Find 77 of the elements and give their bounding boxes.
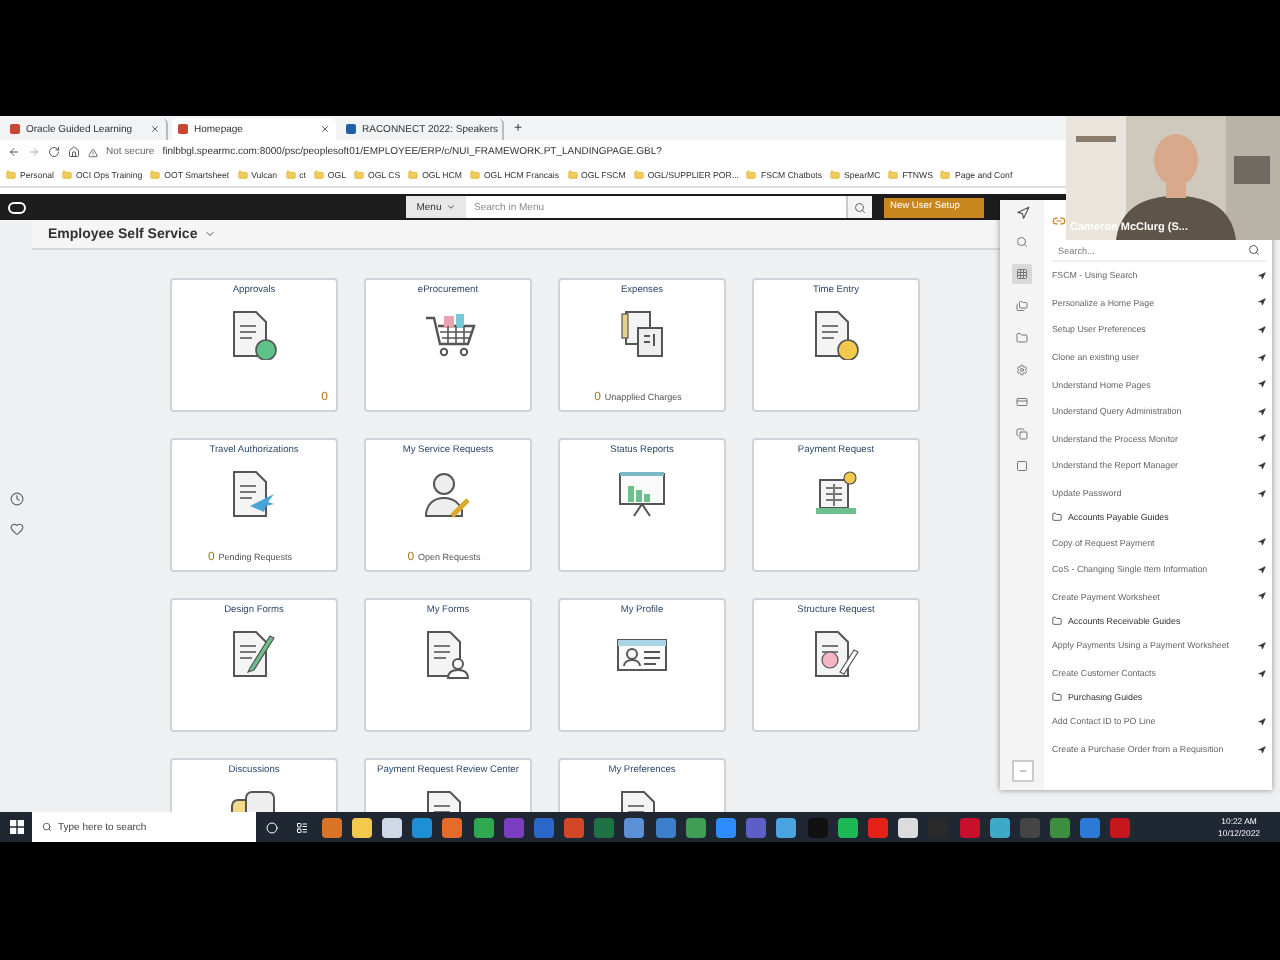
navigation-icon[interactable] <box>1258 325 1266 334</box>
shopping-cart-icon <box>420 308 476 360</box>
navigation-icon[interactable] <box>1258 718 1266 727</box>
navigation-icon[interactable] <box>1258 641 1266 650</box>
folder-icon <box>830 170 841 180</box>
task-view-icon[interactable] <box>296 821 308 833</box>
search-icon <box>1248 244 1260 256</box>
folder-icon <box>61 170 72 180</box>
person-wrench-icon <box>420 468 476 520</box>
app-icon[interactable] <box>351 817 372 837</box>
navigation-icon[interactable] <box>1258 489 1266 498</box>
app-icon[interactable] <box>442 817 463 837</box>
navigation-icon[interactable] <box>1258 407 1266 416</box>
folder-icon <box>150 170 161 180</box>
folder-icon <box>469 170 480 180</box>
folder-icon <box>237 170 248 180</box>
back-icon[interactable] <box>8 146 20 158</box>
navigation-icon[interactable] <box>1258 353 1266 362</box>
settings-icon[interactable] <box>1016 364 1028 376</box>
app-icon[interactable] <box>776 817 797 837</box>
navigation-icon[interactable] <box>1258 271 1266 280</box>
navigation-icon[interactable] <box>1258 298 1266 307</box>
app-icon[interactable] <box>837 817 858 837</box>
minus-icon <box>1017 766 1027 776</box>
bar-chart-board-icon <box>614 468 670 520</box>
folder-icon <box>408 170 419 180</box>
folder-icon <box>313 170 324 180</box>
app-icon[interactable] <box>685 817 706 837</box>
app-icon[interactable] <box>898 817 919 837</box>
navigation-icon[interactable] <box>1258 565 1266 574</box>
navigation-icon[interactable] <box>1258 669 1266 678</box>
app-icon[interactable] <box>381 817 402 837</box>
folder-icon <box>1052 512 1062 523</box>
search-icon[interactable] <box>1016 236 1028 248</box>
folder-icon <box>888 170 899 180</box>
search-icon <box>42 822 52 832</box>
app-icon[interactable] <box>321 817 342 837</box>
favicon <box>346 124 356 134</box>
copy-icon[interactable] <box>1016 428 1028 440</box>
folder-icon <box>940 170 951 180</box>
folder-icon <box>285 170 296 180</box>
app-icon[interactable] <box>716 817 737 837</box>
navigation-icon[interactable] <box>1258 461 1266 470</box>
app-icon[interactable] <box>473 817 494 837</box>
app-icon[interactable] <box>989 817 1010 837</box>
navigation-icon[interactable] <box>1015 206 1029 220</box>
card-icon[interactable] <box>1016 396 1028 408</box>
caret-icon <box>445 202 456 212</box>
folder-icon[interactable] <box>1016 332 1028 344</box>
folder-icon <box>567 170 578 180</box>
search-icon <box>854 201 866 213</box>
reload-icon[interactable] <box>48 146 60 158</box>
folder-icon <box>633 170 644 180</box>
folder-icon <box>1052 692 1062 703</box>
folders-icon[interactable] <box>1016 300 1028 312</box>
heart-icon[interactable] <box>9 522 23 536</box>
clock-icon[interactable] <box>9 492 23 506</box>
logo-icon <box>8 201 26 213</box>
windows-logo-icon[interactable] <box>9 820 23 834</box>
grid-icon[interactable] <box>1016 268 1028 280</box>
app-icon[interactable] <box>624 817 645 837</box>
folder-icon <box>746 170 757 180</box>
link-icon[interactable] <box>1052 213 1066 227</box>
navigation-icon[interactable] <box>1258 592 1266 601</box>
home-icon[interactable] <box>68 146 80 158</box>
navigation-icon[interactable] <box>1258 538 1266 547</box>
folder-icon <box>6 170 16 180</box>
folder-icon <box>1052 616 1062 627</box>
warning-icon <box>88 147 98 157</box>
square-icon[interactable] <box>1016 460 1028 472</box>
navigation-icon[interactable] <box>1258 434 1266 443</box>
favicon <box>10 124 20 134</box>
folder-icon <box>353 170 364 180</box>
navigation-icon[interactable] <box>1258 380 1266 389</box>
search-button[interactable] <box>848 196 872 218</box>
favicon <box>178 124 188 134</box>
navigation-icon[interactable] <box>1258 745 1266 754</box>
